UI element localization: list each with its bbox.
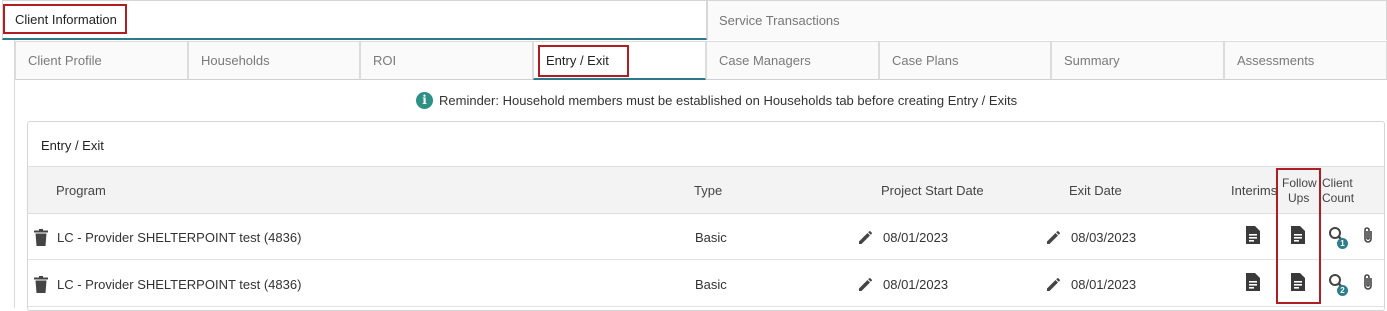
table-header: Program Type Project Start Date Exit Dat… <box>28 166 1384 214</box>
tab-entry-exit[interactable]: Entry / Exit <box>533 41 706 80</box>
column-interims[interactable]: Interims <box>1231 183 1277 198</box>
tab-case-managers[interactable]: Case Managers <box>706 41 879 80</box>
tab-client-profile-label: Client Profile <box>28 53 102 68</box>
tab-client-information-label: Client Information <box>15 12 117 27</box>
trash-icon[interactable] <box>34 276 48 293</box>
entry-exit-card: Entry / Exit Program Type Project Start … <box>27 121 1385 311</box>
table-row: LC - Provider SHELTERPOINT test (4836) B… <box>28 261 1384 307</box>
column-client-count-line1[interactable]: Client <box>1322 176 1353 190</box>
edit-start-date-pencil-icon[interactable] <box>857 275 875 293</box>
reminder-text: Reminder: Household members must be esta… <box>439 92 1018 108</box>
tab-case-plans-label: Case Plans <box>892 53 959 68</box>
follow-ups-document-icon[interactable] <box>1290 273 1306 291</box>
paperclip-icon[interactable] <box>1362 226 1374 244</box>
tab-case-managers-label: Case Managers <box>719 53 811 68</box>
entry-type: Basic <box>695 277 727 292</box>
follow-ups-document-icon[interactable] <box>1290 226 1306 244</box>
tab-service-transactions-label: Service Transactions <box>719 13 840 28</box>
edit-exit-date-pencil-icon[interactable] <box>1045 275 1063 293</box>
client-count-badge: 2 <box>1337 285 1348 296</box>
tab-households-label: Households <box>201 53 270 68</box>
interims-document-icon[interactable] <box>1245 273 1261 291</box>
client-count-badge: 1 <box>1337 238 1348 249</box>
column-exit-date[interactable]: Exit Date <box>1069 183 1122 198</box>
column-client-count-line2[interactable]: Count <box>1322 191 1354 205</box>
tab-households[interactable]: Households <box>188 41 360 80</box>
project-start-date: 08/01/2023 <box>883 277 949 292</box>
column-project-start-date[interactable]: Project Start Date <box>881 183 984 198</box>
tab-client-profile[interactable]: Client Profile <box>15 41 188 80</box>
column-follow-ups-line1[interactable]: Follow <box>1282 176 1317 190</box>
tab-client-information[interactable]: Client Information <box>2 0 707 40</box>
tab-summary[interactable]: Summary <box>1051 41 1224 80</box>
tab-assessments[interactable]: Assessments <box>1224 41 1387 80</box>
column-type[interactable]: Type <box>694 183 722 198</box>
card-title: Entry / Exit <box>41 138 104 153</box>
tab-case-plans[interactable]: Case Plans <box>879 41 1051 80</box>
tab-roi-label: ROI <box>373 53 397 68</box>
exit-date: 08/03/2023 <box>1071 230 1137 245</box>
project-start-date: 08/01/2023 <box>883 230 949 245</box>
panel-border <box>14 40 15 308</box>
tab-summary-label: Summary <box>1064 53 1120 68</box>
tab-roi[interactable]: ROI <box>360 41 533 80</box>
column-program[interactable]: Program <box>56 183 106 198</box>
tab-assessments-label: Assessments <box>1237 53 1315 68</box>
edit-start-date-pencil-icon[interactable] <box>857 228 875 246</box>
program-name: LC - Provider SHELTERPOINT test (4836) <box>57 230 302 245</box>
info-icon: i <box>416 91 433 109</box>
exit-date: 08/01/2023 <box>1071 277 1137 292</box>
entry-type: Basic <box>695 230 727 245</box>
tab-service-transactions[interactable]: Service Transactions <box>707 0 1387 40</box>
paperclip-icon[interactable] <box>1362 273 1374 291</box>
column-follow-ups-line2[interactable]: Ups <box>1288 191 1309 205</box>
interims-document-icon[interactable] <box>1245 226 1261 244</box>
reminder-message: i Reminder: Household members must be es… <box>416 90 1017 110</box>
program-name: LC - Provider SHELTERPOINT test (4836) <box>57 277 302 292</box>
table-row: LC - Provider SHELTERPOINT test (4836) B… <box>28 214 1384 260</box>
trash-icon[interactable] <box>34 229 48 246</box>
edit-exit-date-pencil-icon[interactable] <box>1045 228 1063 246</box>
tab-entry-exit-label: Entry / Exit <box>546 52 609 68</box>
